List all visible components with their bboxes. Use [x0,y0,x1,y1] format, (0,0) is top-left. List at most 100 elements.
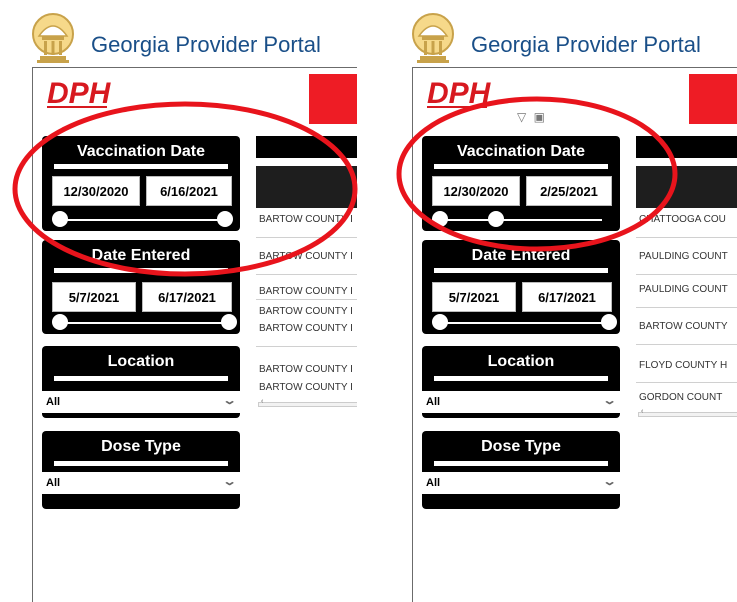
table-row[interactable]: BARTOW COUNTY I [256,364,357,375]
table-row[interactable]: GORDON COUNT [636,392,737,403]
vaccination-slider-start-handle[interactable] [432,211,448,227]
horizontal-scrollbar[interactable]: ‹ [638,408,737,417]
table-row[interactable]: FLOYD COUNTY H [636,360,737,371]
location-title: Location [487,353,555,370]
table-row[interactable]: PAULDING COUNT [636,284,737,295]
dose-type-slicer[interactable]: Dose Type All ⌄ [422,431,620,509]
header-red-block [309,74,357,124]
header-red-block [689,74,737,124]
entered-slider-track[interactable] [440,322,606,324]
vaccination-end-date-input[interactable]: 6/16/2021 [146,176,232,206]
row-divider [636,382,737,383]
row-divider [256,274,357,275]
vaccination-date-title: Vaccination Date [456,143,586,160]
table-column-header [256,166,357,208]
dph-logo: DPH [45,77,115,110]
row-divider [636,237,737,238]
date-entered-title: Date Entered [91,247,191,264]
date-entered-title: Date Entered [471,247,571,264]
focus-mode-icon[interactable]: ▣ [534,110,547,124]
table-row[interactable]: BARTOW COUNTY I [256,251,357,262]
location-slicer[interactable]: Location All ⌄ [422,346,620,418]
report-frame: DPH Vaccination Date 12/30/2020 6/16/202… [32,67,357,602]
vaccination-date-title: Vaccination Date [76,143,206,160]
location-selected-value: All [426,396,441,408]
divider [54,164,228,169]
location-dropdown[interactable]: All ⌄ [422,391,620,413]
dashboard-panel-right: Georgia Provider Portal DPH ▽ ▣ Vaccinat… [396,0,737,602]
georgia-seal-icon [412,13,454,63]
dose-type-slicer[interactable]: Dose Type All ⌄ [42,431,240,509]
row-divider [256,299,357,300]
row-divider [636,274,737,275]
provider-table: CHATTOOGA COU PAULDING COUNT PAULDING CO… [636,136,737,456]
vaccination-start-date-input[interactable]: 12/30/2020 [432,176,520,206]
dose-type-selected-value: All [426,477,441,489]
entered-slider-end-handle[interactable] [601,314,617,330]
table-row[interactable]: BARTOW COUNTY I [256,323,357,334]
divider [54,461,228,466]
filter-icon[interactable]: ▽ [517,110,528,124]
table-header [256,136,357,158]
table-row[interactable]: PAULDING COUNT [636,251,737,262]
portal-header: Georgia Provider Portal [27,8,357,66]
chevron-left-icon[interactable]: ‹ [641,408,643,415]
entered-start-date-input[interactable]: 5/7/2021 [52,282,136,312]
vaccination-date-slicer[interactable]: Vaccination Date 12/30/2020 6/16/2021 [42,136,240,231]
location-title: Location [107,353,175,370]
svg-text:DPH: DPH [427,77,492,110]
table-row[interactable]: BARTOW COUNTY I [256,306,357,317]
row-divider [256,346,357,347]
vaccination-slider-track[interactable] [60,219,222,221]
row-divider [636,344,737,345]
vaccination-date-slicer[interactable]: Vaccination Date 12/30/2020 2/25/2021 [422,136,620,231]
table-header [636,136,737,158]
entered-end-date-input[interactable]: 6/17/2021 [522,282,612,312]
portal-header: Georgia Provider Portal [407,8,737,66]
dose-type-title: Dose Type [481,438,561,455]
visual-header-toolbar: ▽ ▣ [517,110,547,124]
chevron-down-icon: ⌄ [602,476,617,488]
dose-type-dropdown[interactable]: All ⌄ [422,472,620,494]
table-row[interactable]: BARTOW COUNTY [636,321,737,332]
dose-type-dropdown[interactable]: All ⌄ [42,472,240,494]
vaccination-start-date-input[interactable]: 12/30/2020 [52,176,140,206]
table-row[interactable]: CHATTOOGA COU [636,214,737,225]
provider-table: BARTOW COUNTY I BARTOW COUNTY I BARTOW C… [256,136,357,456]
vaccination-slider-track[interactable] [440,219,602,221]
table-row[interactable]: BARTOW COUNTY I [256,286,357,297]
entered-slider-end-handle[interactable] [221,314,237,330]
table-row[interactable]: BARTOW COUNTY I [256,382,357,393]
location-dropdown[interactable]: All ⌄ [42,391,240,413]
entered-slider-track[interactable] [60,322,226,324]
portal-title: Georgia Provider Portal [91,32,321,57]
dph-logo: DPH [425,77,495,110]
divider [434,461,608,466]
horizontal-scrollbar[interactable]: ‹ [258,398,357,407]
divider [54,376,228,381]
entered-end-date-input[interactable]: 6/17/2021 [142,282,232,312]
vaccination-slider-start-handle[interactable] [52,211,68,227]
chevron-down-icon: ⌄ [602,395,617,407]
portal-title: Georgia Provider Portal [471,32,701,57]
vaccination-end-date-input[interactable]: 2/25/2021 [526,176,612,206]
row-divider [256,237,357,238]
vaccination-slider-end-handle[interactable] [488,211,504,227]
date-entered-slicer[interactable]: Date Entered 5/7/2021 6/17/2021 [42,240,240,334]
entered-start-date-input[interactable]: 5/7/2021 [432,282,516,312]
location-slicer[interactable]: Location All ⌄ [42,346,240,418]
chevron-down-icon: ⌄ [222,395,237,407]
vaccination-slider-end-handle[interactable] [217,211,233,227]
entered-slider-start-handle[interactable] [52,314,68,330]
date-entered-slicer[interactable]: Date Entered 5/7/2021 6/17/2021 [422,240,620,334]
svg-text:DPH: DPH [47,77,112,110]
divider [54,268,228,273]
table-row[interactable]: BARTOW COUNTY I [256,214,357,225]
chevron-down-icon: ⌄ [222,476,237,488]
georgia-seal-icon [32,13,74,63]
dose-type-title: Dose Type [101,438,181,455]
chevron-left-icon[interactable]: ‹ [261,398,263,405]
row-divider [636,307,737,308]
entered-slider-start-handle[interactable] [432,314,448,330]
report-frame: DPH ▽ ▣ Vaccination Date 12/30/2020 2/25… [412,67,737,602]
